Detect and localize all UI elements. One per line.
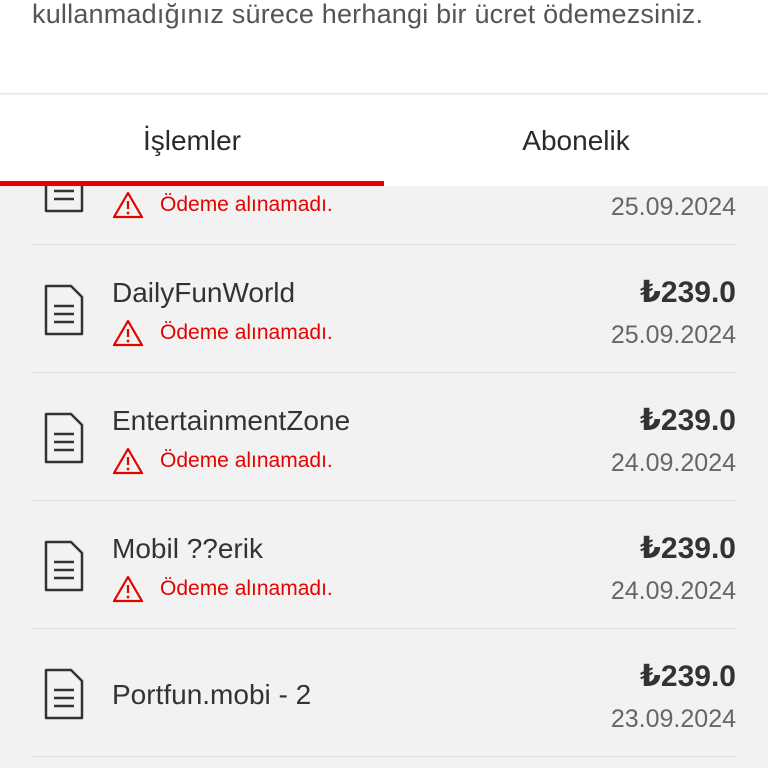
transaction-row[interactable]: Ödeme alınamadı. 25.09.2024: [32, 186, 736, 245]
warning-icon: [112, 319, 144, 347]
document-icon: [44, 668, 84, 720]
warning-icon: [112, 575, 144, 603]
info-banner-text: kullanmadığınız sürece herhangi bir ücre…: [32, 0, 704, 29]
transaction-date: 24.09.2024: [610, 577, 736, 605]
document-icon: [44, 284, 84, 336]
transaction-row[interactable]: Portfun.mobi - 2 ₺239.0 23.09.2024: [32, 629, 736, 757]
tab-bar: İşlemler Abonelik: [0, 95, 768, 186]
tab-label: İşlemler: [142, 124, 241, 156]
transaction-row[interactable]: DailyFunWorld Ödeme alınamadı. ₺239.0 25…: [32, 245, 736, 373]
status-text: Ödeme alınamadı.: [160, 449, 333, 472]
status-text: Ödeme alınamadı.: [160, 321, 333, 344]
warning-icon: [112, 447, 144, 475]
transaction-title: EntertainmentZone: [112, 405, 351, 436]
transaction-amount: ₺239.0: [640, 276, 736, 309]
status-text: Ödeme alınamadı.: [160, 193, 333, 216]
transaction-amount: ₺239.0: [640, 660, 736, 693]
tab-abonelik[interactable]: Abonelik: [384, 95, 768, 186]
document-icon: [44, 412, 84, 464]
document-icon: [44, 540, 84, 592]
transaction-date: 23.09.2024: [610, 705, 736, 733]
transaction-status: Ödeme alınamadı.: [112, 319, 333, 347]
transaction-status: Ödeme alınamadı.: [112, 575, 333, 603]
tab-label: Abonelik: [522, 124, 630, 156]
transaction-amount: ₺239.0: [640, 404, 736, 437]
info-banner: kullanmadığınız sürece herhangi bir ücre…: [0, 0, 768, 94]
transaction-title: DailyFunWorld: [112, 277, 296, 308]
transaction-title: Portfun.mobi - 2: [112, 679, 312, 710]
document-icon: [44, 186, 84, 213]
transaction-row[interactable]: Mobil ??erik Ödeme alınamadı. ₺239.0 24.…: [32, 501, 736, 629]
transaction-status: Ödeme alınamadı.: [112, 191, 333, 219]
tab-islemler[interactable]: İşlemler: [0, 95, 384, 186]
transaction-amount: ₺239.0: [640, 532, 736, 565]
transaction-date: 25.09.2024: [610, 321, 736, 349]
warning-icon: [112, 191, 144, 219]
transaction-date: 25.09.2024: [610, 193, 736, 221]
transaction-list[interactable]: Ödeme alınamadı. 25.09.2024 DailyFunWorl…: [0, 186, 768, 768]
transaction-date: 24.09.2024: [610, 449, 736, 477]
transaction-status: Ödeme alınamadı.: [112, 447, 333, 475]
transaction-row[interactable]: EntertainmentZone Ödeme alınamadı. ₺239.…: [32, 373, 736, 501]
status-text: Ödeme alınamadı.: [160, 577, 333, 600]
transaction-title: Mobil ??erik: [112, 533, 263, 564]
